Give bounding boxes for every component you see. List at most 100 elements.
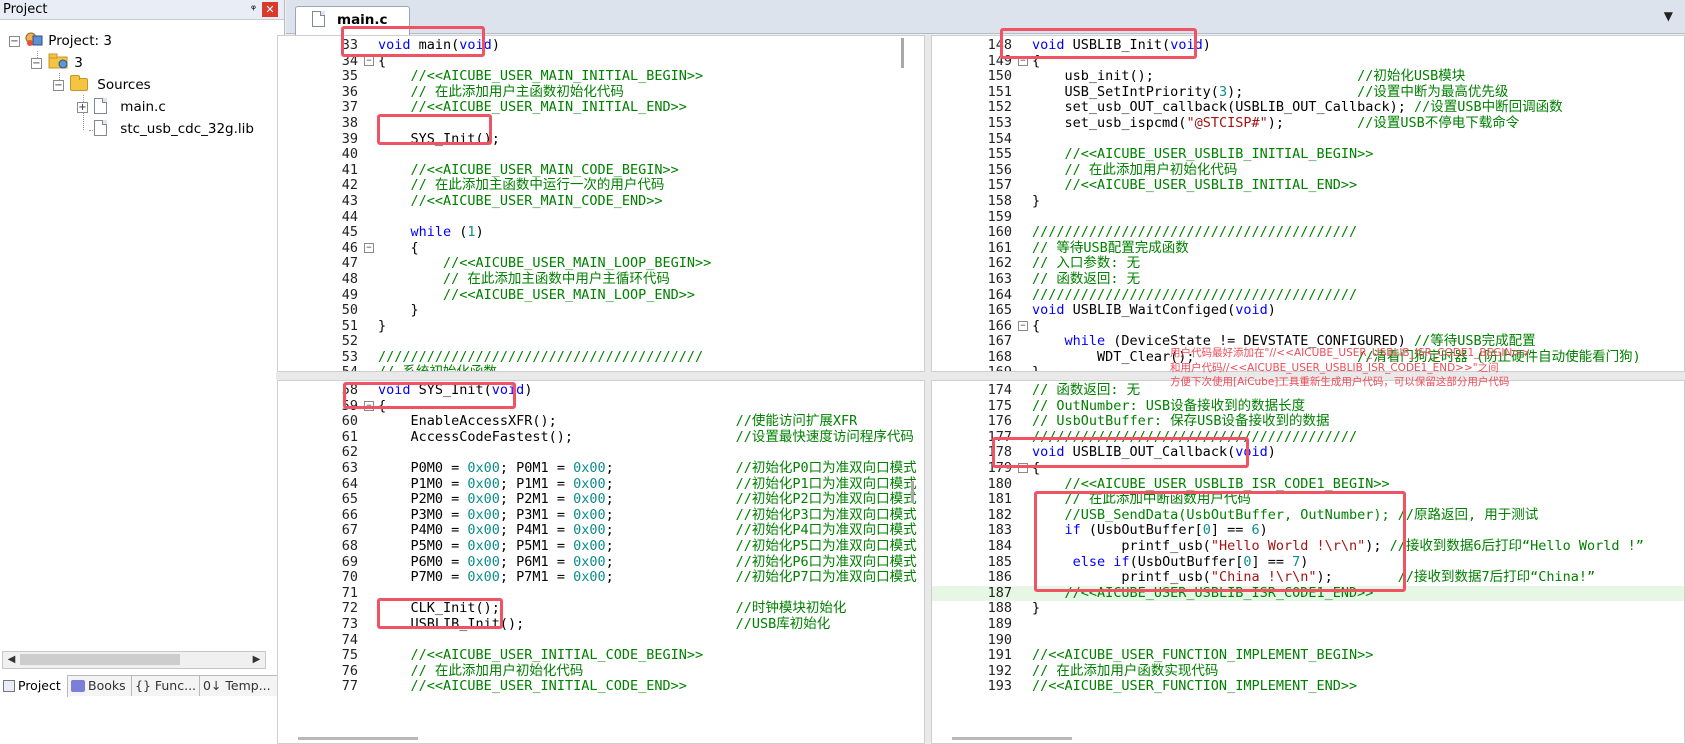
code-line[interactable]: 71 [278, 585, 924, 602]
code-line[interactable]: 155 //<<AICUBE_USER_USBLIB_INITIAL_BEGIN… [932, 146, 1684, 163]
project-hscrollbar[interactable]: ◀ ▶ [2, 651, 266, 669]
pin-icon[interactable]: ᵠ [251, 0, 256, 19]
tab-main-c[interactable]: main.c [295, 6, 410, 35]
close-icon[interactable]: ✕ [262, 2, 278, 17]
code-line[interactable]: 73 USBLIB_Init(); //USB库初始化 [278, 616, 924, 633]
code-pane-top-right[interactable]: 148 void USBLIB_Init(void) 149−{150 usb_in… [931, 35, 1685, 372]
code-line[interactable]: 161 // 等待USB配置完成函数 [932, 240, 1684, 257]
code-line[interactable]: 35 //<<AICUBE_USER_MAIN_INITIAL_BEGIN>> [278, 68, 924, 85]
collapse-icon[interactable]: − [9, 36, 20, 47]
code-line[interactable]: 47 //<<AICUBE_USER_MAIN_LOOP_BEGIN>> [278, 256, 924, 272]
code-line[interactable]: 190 [932, 632, 1684, 649]
code-line[interactable]: 76 // 在此添加用户初始化代码 [278, 663, 924, 680]
code-line[interactable]: 160 /////////////////////////////////////… [932, 224, 1684, 241]
code-line[interactable]: 54 // 系统初始化函数 [278, 365, 924, 371]
code-line[interactable]: 178 void USBLIB_OUT_Callback(void) [932, 445, 1684, 461]
code-line[interactable]: 65 P2M0 = 0x00; P2M1 = 0x00; //初始化P2口为准双… [278, 491, 924, 508]
scroll-left-icon[interactable]: ◀ [3, 652, 20, 668]
code-line[interactable]: 50 } [278, 302, 924, 319]
code-line[interactable]: 184 printf_usb("Hello World !\r\n"); //接… [932, 538, 1684, 555]
tab-functions[interactable]: {} Func... [132, 676, 200, 696]
code-line[interactable]: 70 P7M0 = 0x00; P7M1 = 0x00; //初始化P7口为准双… [278, 569, 924, 586]
code-line[interactable]: 44 [278, 209, 924, 226]
code-line[interactable]: 148 void USBLIB_Init(void) [932, 37, 1684, 54]
code-line[interactable]: 165 void USBLIB_WaitConfiged(void) [932, 302, 1684, 319]
code-line[interactable]: 166−{ [932, 318, 1684, 335]
code-line[interactable]: 175 // OutNumber: USB设备接收到的数据长度 [932, 398, 1684, 415]
code-line[interactable]: 152 set_usb_OUT_callback(USBLIB_OUT_Call… [932, 100, 1684, 116]
code-line[interactable]: 66 P3M0 = 0x00; P3M1 = 0x00; //初始化P3口为准双… [278, 507, 924, 524]
code-line[interactable]: 36 // 在此添加用户主函数初始化代码 [278, 84, 924, 101]
code-line[interactable]: 154 [932, 131, 1684, 148]
code-line[interactable]: 191 //<<AICUBE_USER_FUNCTION_IMPLEMENT_BE… [932, 647, 1684, 664]
scroll-right-icon[interactable]: ▶ [248, 652, 265, 668]
code-line[interactable]: 43 //<<AICUBE_USER_MAIN_CODE_END>> [278, 193, 924, 210]
code-line[interactable]: 60 EnableAccessXFR(); //使能访问扩展XFR [278, 413, 924, 430]
code-line[interactable]: 59−{ [278, 398, 924, 415]
code-pane-bottom-right[interactable]: 174 // 函数返回: 无 175 // OutNumber: USB设备接收到的数… [931, 380, 1685, 744]
code-line[interactable]: 67 P4M0 = 0x00; P4M1 = 0x00; //初始化P4口为准双… [278, 523, 924, 539]
code-line[interactable]: 61 AccessCodeFastest(); //设置最快速度访问程序代码 [278, 429, 924, 446]
code-line[interactable]: 192 // 在此添加用户函数实现代码 [932, 663, 1684, 680]
tab-list-dropdown-icon[interactable]: ▼ [1664, 9, 1673, 23]
fold-toggle-icon[interactable]: − [364, 55, 374, 66]
code-line[interactable]: 42 // 在此添加主函数中运行一次的用户代码 [278, 178, 924, 194]
code-line[interactable]: 182 //USB_SendData(UsbOutBuffer, OutNumb… [932, 507, 1684, 524]
code-line[interactable]: 156 // 在此添加用户初始化代码 [932, 162, 1684, 179]
code-line[interactable]: 187 //<<AICUBE_USER_USBLIB_ISR_CODE1_END… [932, 585, 1684, 602]
code-line[interactable]: 33 void main(void) [278, 37, 924, 54]
code-line[interactable]: 74 [278, 632, 924, 649]
code-line[interactable]: 150 usb_init(); //初始化USB模块 [932, 68, 1684, 85]
code-line[interactable]: 151 USB_SetIntPriority(3); //设置中断为最高优先级 [932, 84, 1684, 101]
code-line[interactable]: 164 /////////////////////////////////////… [932, 287, 1684, 304]
code-line[interactable]: 188} [932, 601, 1684, 617]
code-line[interactable]: 185 else if(UsbOutBuffer[0] == 7) [932, 554, 1684, 571]
scroll-thumb[interactable] [20, 654, 180, 665]
code-line[interactable]: 62 [278, 445, 924, 461]
vscroll-thumb[interactable] [911, 481, 914, 503]
code-line[interactable]: 49 //<<AICUBE_USER_MAIN_LOOP_END>> [278, 287, 924, 304]
code-line[interactable]: 183 if (UsbOutBuffer[0] == 6) [932, 523, 1684, 539]
code-line[interactable]: 75 //<<AICUBE_USER_INITIAL_CODE_BEGIN>> [278, 647, 924, 664]
code-line[interactable]: 163 // 函数返回: 无 [932, 271, 1684, 288]
code-line[interactable]: 153 set_usb_ispcmd("@STCISP#"); //设置USB不… [932, 115, 1684, 132]
fold-toggle-icon[interactable]: − [1018, 462, 1028, 473]
code-line[interactable]: 189 [932, 616, 1684, 633]
code-line[interactable]: 64 P1M0 = 0x00; P1M1 = 0x00; //初始化P1口为准双… [278, 476, 924, 493]
tab-project[interactable]: Project [0, 674, 68, 697]
code-line[interactable]: 186 printf_usb("China !\r\n"); //接收到数据7后… [932, 569, 1684, 586]
fold-toggle-icon[interactable]: − [1018, 320, 1028, 331]
code-line[interactable]: 157 //<<AICUBE_USER_USBLIB_INITIAL_END>> [932, 178, 1684, 194]
code-line[interactable]: 41 //<<AICUBE_USER_MAIN_CODE_BEGIN>> [278, 162, 924, 179]
tab-books[interactable]: Books [68, 676, 132, 696]
code-line[interactable]: 180 //<<AICUBE_USER_USBLIB_ISR_CODE1_BEG… [932, 476, 1684, 493]
hscrollbar[interactable] [278, 733, 924, 743]
code-line[interactable]: 39 SYS_Init(); [278, 131, 924, 148]
vscroll-thumb[interactable] [901, 38, 904, 68]
code-line[interactable]: 46− { [278, 240, 924, 257]
code-line[interactable]: 40 [278, 147, 924, 163]
fold-toggle-icon[interactable]: − [1018, 55, 1028, 66]
code-line[interactable]: 176 // UsbOutBuffer: 保存USB设备接收到的数据 [932, 413, 1684, 430]
code-line[interactable]: 48 // 在此添加主函数中用户主循环代码 [278, 271, 924, 288]
collapse-icon[interactable]: − [53, 80, 64, 91]
code-line[interactable]: 34−{ [278, 53, 924, 70]
code-line[interactable]: 162 // 入口参数: 无 [932, 256, 1684, 272]
code-line[interactable]: 159 [932, 209, 1684, 226]
code-line[interactable]: 37 //<<AICUBE_USER_MAIN_INITIAL_END>> [278, 100, 924, 116]
code-line[interactable]: 68 P5M0 = 0x00; P5M1 = 0x00; //初始化P5口为准双… [278, 538, 924, 555]
code-line[interactable]: 72 CLK_Init(); //时钟模块初始化 [278, 601, 924, 617]
code-line[interactable]: 69 P6M0 = 0x00; P6M1 = 0x00; //初始化P6口为准双… [278, 554, 924, 571]
code-line[interactable]: 179−{ [932, 460, 1684, 477]
tree-item-project[interactable]: − Project: 3 [9, 30, 112, 52]
tree-item-sources[interactable]: − Sources [53, 74, 151, 96]
code-line[interactable]: 149−{ [932, 53, 1684, 70]
code-line[interactable]: 77 //<<AICUBE_USER_INITIAL_CODE_END>> [278, 678, 924, 695]
code-line[interactable]: 58 void SYS_Init(void) [278, 382, 924, 399]
code-line[interactable]: 51} [278, 318, 924, 335]
fold-toggle-icon[interactable]: − [364, 400, 374, 411]
tree-item-main-c[interactable]: + main.c [77, 96, 166, 118]
collapse-icon[interactable]: − [31, 58, 42, 69]
hscrollbar[interactable] [932, 733, 1684, 743]
tree-item-target[interactable]: − 3 [31, 52, 83, 74]
